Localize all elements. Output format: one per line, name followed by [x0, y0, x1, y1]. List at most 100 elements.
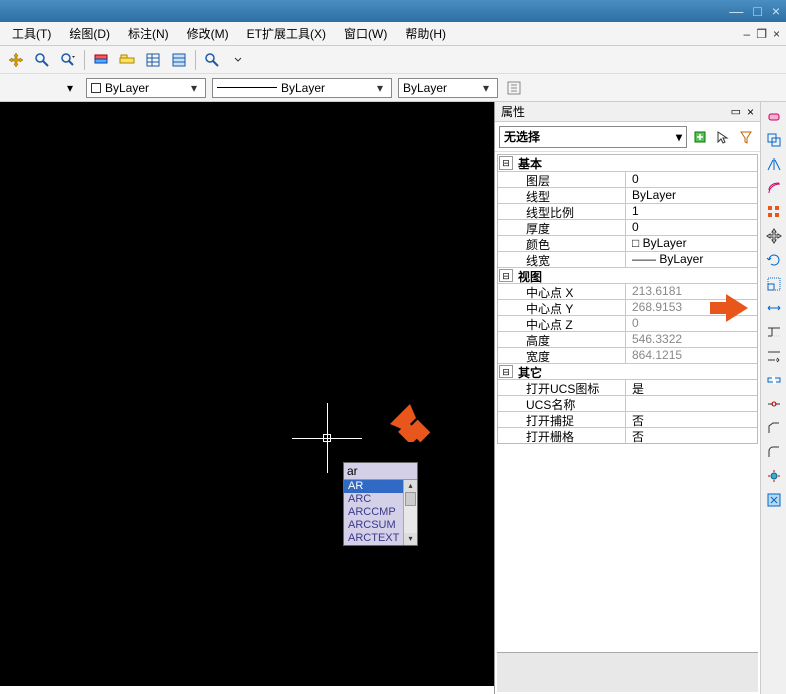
- scrollbar[interactable]: ▴ ▾: [403, 480, 417, 545]
- erase-tool-button[interactable]: [764, 106, 784, 126]
- property-row[interactable]: 线宽—— ByLayer: [498, 251, 757, 267]
- break-tool-button[interactable]: [764, 370, 784, 390]
- menu-dim[interactable]: 标注(N): [120, 22, 177, 45]
- explode-tool-button[interactable]: [764, 466, 784, 486]
- command-suggestion-list: AR ARC ARCCMP ARCSUM ARCTEXT ▴ ▾: [344, 480, 417, 545]
- property-key: 打开UCS图标: [498, 380, 626, 395]
- menu-modify[interactable]: 修改(M): [179, 22, 237, 45]
- property-value[interactable]: ByLayer: [626, 188, 757, 203]
- color-combo[interactable]: ByLayer ▾: [86, 78, 206, 98]
- property-row[interactable]: 打开UCS图标是: [498, 379, 757, 395]
- properties-button[interactable]: [143, 50, 163, 70]
- scale-tool-button[interactable]: [764, 274, 784, 294]
- property-value[interactable]: 1: [626, 204, 757, 219]
- panel-close-button[interactable]: ×: [747, 105, 754, 119]
- stretch-tool-button[interactable]: [764, 298, 784, 318]
- chevron-down-icon: ▾: [373, 81, 387, 95]
- mdi-restore-button[interactable]: ❐: [756, 27, 767, 41]
- property-row[interactable]: 中心点 X213.6181: [498, 283, 757, 299]
- mdi-minimize-button[interactable]: –: [744, 27, 751, 41]
- property-category: 其它: [514, 364, 757, 379]
- zoom-realtime-button[interactable]: [32, 50, 52, 70]
- more-tools-button[interactable]: [764, 490, 784, 510]
- menu-et-extensions[interactable]: ET扩展工具(X): [239, 22, 334, 45]
- window-maximize-button[interactable]: □: [753, 3, 761, 19]
- property-key: 颜色: [498, 236, 626, 251]
- window-minimize-button[interactable]: —: [729, 3, 743, 19]
- property-row[interactable]: 中心点 Z0: [498, 315, 757, 331]
- join-tool-button[interactable]: [764, 394, 784, 414]
- property-row[interactable]: 线型比例1: [498, 203, 757, 219]
- linetype-combo[interactable]: ByLayer ▾: [212, 78, 392, 98]
- property-key: 中心点 Y: [498, 300, 626, 315]
- array-tool-button[interactable]: [764, 202, 784, 222]
- property-row[interactable]: 宽度864.1215: [498, 347, 757, 363]
- property-key: UCS名称: [498, 396, 626, 411]
- menu-draw[interactable]: 绘图(D): [61, 22, 118, 45]
- property-row[interactable]: 高度546.3322: [498, 331, 757, 347]
- select-objects-button[interactable]: [713, 127, 733, 147]
- property-value[interactable]: 0: [626, 220, 757, 235]
- property-value[interactable]: [626, 396, 757, 411]
- toggle-pickadd-button[interactable]: [690, 127, 710, 147]
- window-titlebar: — □ ×: [0, 0, 786, 22]
- command-line-input[interactable]: [497, 652, 758, 692]
- property-row[interactable]: 图层0: [498, 171, 757, 187]
- property-row[interactable]: 线型ByLayer: [498, 187, 757, 203]
- property-row[interactable]: 打开捕捉否: [498, 411, 757, 427]
- collapse-icon[interactable]: ⊟: [499, 269, 513, 282]
- rotate-tool-button[interactable]: [764, 250, 784, 270]
- property-value[interactable]: 是: [626, 380, 757, 395]
- menu-tools[interactable]: 工具(T): [4, 22, 59, 45]
- table-button[interactable]: [169, 50, 189, 70]
- toolbar-overflow-button[interactable]: [228, 50, 248, 70]
- pan-button[interactable]: [6, 50, 26, 70]
- property-row[interactable]: 颜色□ ByLayer: [498, 235, 757, 251]
- layer-states-button[interactable]: [117, 50, 137, 70]
- quick-select-button[interactable]: [736, 127, 756, 147]
- toolbar-drop-1[interactable]: ▾: [60, 78, 80, 98]
- trim-tool-button[interactable]: [764, 322, 784, 342]
- standard-toolbar: [0, 46, 786, 74]
- window-close-button[interactable]: ×: [772, 3, 780, 19]
- property-value[interactable]: —— ByLayer: [626, 252, 757, 267]
- selection-combo-label: 无选择: [504, 128, 540, 145]
- color-combo-label: ByLayer: [105, 81, 149, 95]
- command-input[interactable]: [344, 463, 417, 480]
- extend-tool-button[interactable]: [764, 346, 784, 366]
- mirror-tool-button[interactable]: [764, 154, 784, 174]
- pin-button[interactable]: ▭: [731, 105, 741, 118]
- property-key: 打开捕捉: [498, 412, 626, 427]
- zoom-window-button[interactable]: [202, 50, 222, 70]
- menu-help[interactable]: 帮助(H): [397, 22, 454, 45]
- scroll-thumb[interactable]: [405, 492, 416, 506]
- annotation-arrow-icon: [388, 402, 428, 442]
- scroll-up-button[interactable]: ▴: [404, 480, 417, 492]
- property-row[interactable]: 打开栅格否: [498, 427, 757, 443]
- property-value[interactable]: □ ByLayer: [626, 236, 757, 251]
- chamfer-tool-button[interactable]: [764, 418, 784, 438]
- property-value[interactable]: 0: [626, 172, 757, 187]
- property-key: 打开栅格: [498, 428, 626, 443]
- property-value[interactable]: 否: [626, 412, 757, 427]
- property-row[interactable]: 厚度0: [498, 219, 757, 235]
- zoom-dropdown-button[interactable]: [58, 50, 78, 70]
- layer-properties-button[interactable]: [91, 50, 111, 70]
- collapse-icon[interactable]: ⊟: [499, 365, 513, 378]
- model-canvas[interactable]: [0, 102, 494, 686]
- mdi-close-button[interactable]: ×: [773, 27, 780, 41]
- lineweight-combo[interactable]: ByLayer ▾: [398, 78, 498, 98]
- annotation-arrow-icon: [726, 294, 748, 322]
- selection-combo[interactable]: 无选择 ▾: [499, 126, 687, 148]
- fillet-tool-button[interactable]: [764, 442, 784, 462]
- offset-tool-button[interactable]: [764, 178, 784, 198]
- collapse-icon[interactable]: ⊟: [499, 156, 513, 170]
- property-key: 图层: [498, 172, 626, 187]
- scroll-down-button[interactable]: ▾: [404, 533, 417, 545]
- copy-tool-button[interactable]: [764, 130, 784, 150]
- property-row[interactable]: UCS名称: [498, 395, 757, 411]
- menu-window[interactable]: 窗口(W): [336, 22, 395, 45]
- move-tool-button[interactable]: [764, 226, 784, 246]
- property-value[interactable]: 否: [626, 428, 757, 443]
- plot-style-button[interactable]: [504, 78, 524, 98]
